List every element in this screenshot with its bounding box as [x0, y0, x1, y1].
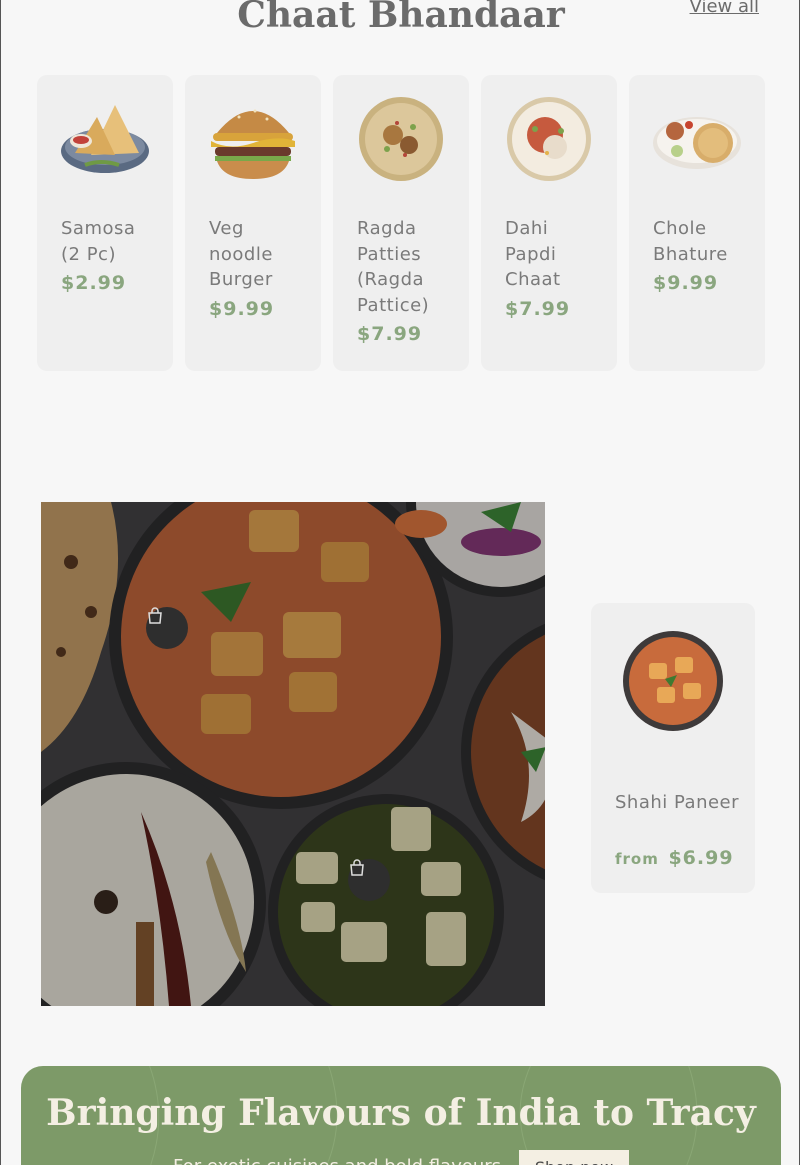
- chole-bhature-plate-icon: [653, 117, 741, 169]
- page: Chaat Bhandaar View all Samosa (2 Pc) $2…: [0, 0, 800, 1165]
- shopping-bag-icon: [148, 607, 162, 624]
- product-name: Ragda Patties (Ragda Pattice): [357, 218, 430, 316]
- product-price: $9.99: [209, 298, 275, 320]
- banner-title: Bringing Flavours of India to Tracy: [46, 1092, 756, 1134]
- product-card[interactable]: Dahi Papdi Chaat $7.99: [481, 75, 617, 371]
- product-grid: Samosa (2 Pc) $2.99 Veg noodle Burger $9…: [37, 75, 765, 371]
- curry-spread-illustration: [41, 502, 545, 1006]
- shopping-bag-icon: [350, 859, 364, 876]
- collection-title: Chaat Bhandaar: [237, 0, 565, 36]
- burger-icon: [211, 109, 295, 179]
- papdi-chaat-plate-icon: [507, 97, 591, 181]
- product-name: Chole Bhature: [653, 218, 728, 265]
- quick-add-cart-button[interactable]: [146, 607, 188, 649]
- indian-curry-spread-image: [41, 502, 545, 1006]
- view-all-link[interactable]: View all: [690, 0, 759, 17]
- featured-product-name: Shahi Paneer: [615, 792, 740, 813]
- shop-now-button[interactable]: Shop now: [519, 1150, 629, 1165]
- banner-subtitle: For exotic cuisines and bold flavours: [173, 1156, 501, 1165]
- samosa-plate-icon: [61, 105, 149, 173]
- paneer-curry-bowl-icon: [623, 631, 723, 731]
- product-price: $7.99: [357, 323, 423, 345]
- product-card[interactable]: Samosa (2 Pc) $2.99: [37, 75, 173, 371]
- featured-product-price: $6.99: [668, 847, 734, 869]
- product-price: $2.99: [61, 272, 127, 294]
- product-name: Samosa (2 Pc): [61, 218, 136, 265]
- product-name: Veg noodle Burger: [209, 218, 273, 290]
- product-price: $9.99: [653, 272, 719, 294]
- featured-product-price-row: from $6.99: [615, 847, 734, 869]
- ragda-bowl-icon: [359, 97, 443, 181]
- quick-add-cart-button[interactable]: [348, 859, 390, 901]
- product-name: Dahi Papdi Chaat: [505, 218, 561, 290]
- from-label: from: [615, 850, 659, 868]
- product-card[interactable]: Ragda Patties (Ragda Pattice) $7.99: [333, 75, 469, 371]
- promo-banner: Bringing Flavours of India to Tracy For …: [21, 1066, 781, 1165]
- featured-product-card[interactable]: Shahi Paneer from $6.99: [591, 603, 755, 893]
- product-card[interactable]: Veg noodle Burger $9.99: [185, 75, 321, 371]
- product-card[interactable]: Chole Bhature $9.99: [629, 75, 765, 371]
- product-price: $7.99: [505, 298, 571, 320]
